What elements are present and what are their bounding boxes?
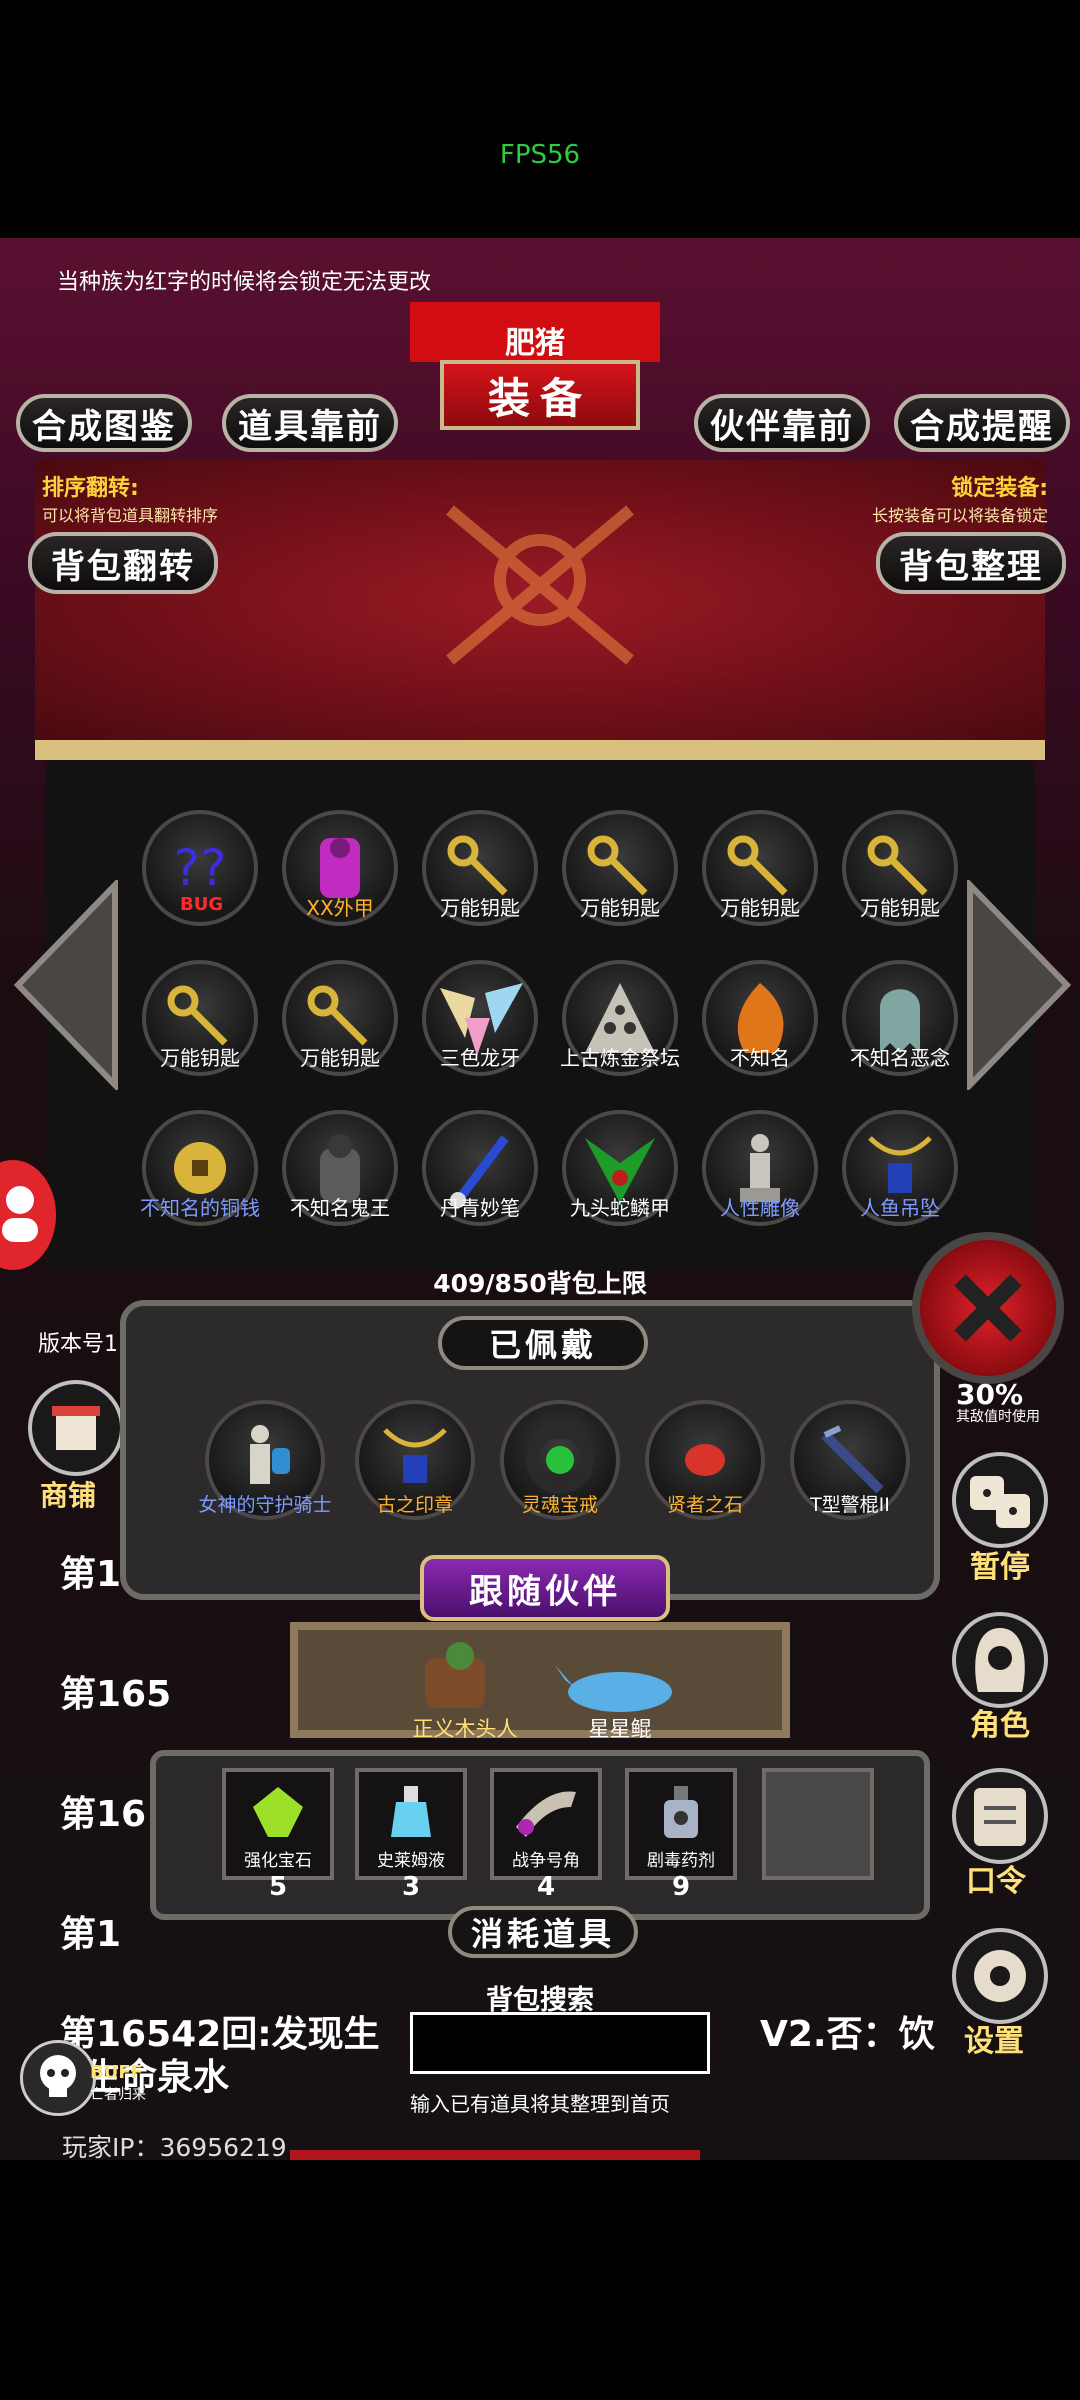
item-label: 不知名恶念 [850, 1046, 950, 1070]
item-label: 不知名鬼王 [290, 1196, 390, 1220]
consumable-count: 9 [671, 1872, 691, 1902]
settings-button[interactable] [952, 1928, 1048, 2024]
dice-icon [970, 1476, 1030, 1528]
bag-search-input[interactable] [410, 2012, 710, 2074]
consumable-count: 4 [536, 1872, 556, 1902]
item-label: 万能钥匙 [300, 1046, 380, 1070]
item-label: 万能钥匙 [440, 896, 520, 920]
item-label: 人鱼吊坠 [860, 1196, 940, 1220]
companion-label: 正义木头人 [412, 1717, 518, 1741]
item-label: 万能钥匙 [580, 896, 660, 920]
equipped-title: 已佩戴 [438, 1316, 648, 1370]
person-icon [2, 1186, 38, 1242]
shop-label: 商铺 [40, 1479, 97, 1512]
shop-button[interactable] [28, 1380, 124, 1476]
shop-icon [52, 1406, 100, 1450]
version-label: 版本号11 [38, 1332, 132, 1357]
player-ip: 玩家IP：36956219 [62, 2133, 287, 2162]
item-label: 三色龙牙 [440, 1046, 520, 1070]
synthesis-guide-button[interactable]: 合成图鉴 [16, 394, 192, 452]
buff-sub-label: 亡者归来 [90, 2087, 146, 2103]
consumable-label: 剧毒药剂 [647, 1851, 715, 1871]
lock-equipment-hint: 长按装备可以将装备锁定 [871, 506, 1048, 525]
consumable-count: 3 [401, 1872, 421, 1902]
item-label: 不知名 [730, 1046, 790, 1070]
item-label: 上古炼金祭坛 [560, 1046, 680, 1070]
log-line: 第1 [60, 1554, 122, 1595]
consumable-count: 5 [268, 1872, 288, 1902]
consumable-label: 战争号角 [512, 1851, 580, 1871]
bag-search-hint: 输入已有道具将其整理到首页 [410, 2092, 670, 2116]
item-label: 不知名的铜钱 [140, 1196, 260, 1220]
items-first-button[interactable]: 道具靠前 [222, 394, 398, 452]
potion-icon [359, 1772, 463, 1852]
pause-button[interactable] [952, 1452, 1048, 1548]
equipped-label: 灵魂宝戒 [521, 1494, 598, 1516]
player-name: 肥猪 [505, 326, 565, 361]
companions-first-button[interactable]: 伙伴靠前 [694, 394, 870, 452]
fps-counter: FPS56 [499, 140, 581, 170]
buff-label: BUFF [90, 2062, 143, 2083]
gem-icon [226, 1772, 330, 1852]
synthesis-reminder-button[interactable]: 合成提醒 [894, 394, 1070, 452]
right-percent-sub: 其敌值时使用 [956, 1409, 1040, 1425]
sort-bag-button[interactable]: 背包整理 [876, 532, 1066, 594]
item-label: 万能钥匙 [160, 1046, 240, 1070]
race-lock-notice: 当种族为红字的时候将会锁定无法更改 [57, 270, 432, 295]
consumable-label: 史莱姆液 [377, 1851, 445, 1871]
bug-badge: BUG [180, 894, 224, 915]
lock-equipment-hint-title: 锁定装备: [951, 476, 1048, 501]
sort-flip-hint: 可以将背包道具翻转排序 [42, 506, 219, 525]
consumables-title: 消耗道具 [448, 1906, 638, 1958]
item-label: XX外甲 [306, 896, 374, 920]
inventory-slot[interactable]: ?‍? BUG [142, 810, 258, 926]
close-icon [954, 1274, 1022, 1342]
item-label: 九头蛇鳞甲 [570, 1196, 670, 1220]
equipment-title: 装备 [440, 360, 640, 430]
equipped-label: T型警棍II [810, 1494, 890, 1516]
log-line: 第165 [60, 1674, 172, 1715]
hooded-figure-icon [975, 1628, 1025, 1692]
settings-label: 设置 [964, 2024, 1024, 2059]
consumable-label: 强化宝石 [244, 1851, 312, 1871]
crossed-swords-emblem [446, 505, 634, 665]
log-line: 第16 [60, 1794, 147, 1835]
progress-bar [290, 2150, 700, 2160]
command-label: 口令 [966, 1864, 1026, 1899]
equipped-label: 女神的守护骑士 [198, 1494, 332, 1516]
gear-icon [974, 1950, 1026, 2002]
companion-label: 星星鲲 [588, 1717, 652, 1741]
profile-avatar[interactable] [0, 1160, 56, 1270]
role-button[interactable] [952, 1612, 1048, 1708]
poison-bottle-icon [629, 1772, 733, 1852]
flip-bag-button[interactable]: 背包翻转 [28, 532, 218, 594]
close-button[interactable] [912, 1232, 1064, 1384]
sort-flip-hint-title: 排序翻转: [42, 476, 139, 501]
item-label: 万能钥匙 [720, 896, 800, 920]
pause-label: 暂停 [970, 1550, 1030, 1585]
buff-button[interactable] [20, 2040, 96, 2116]
equipped-label: 贤者之石 [666, 1494, 743, 1516]
scroll-icon [974, 1788, 1026, 1846]
horn-icon [494, 1772, 598, 1852]
skull-icon [40, 2055, 76, 2097]
equipped-label: 古之印章 [376, 1494, 453, 1516]
command-button[interactable] [952, 1768, 1048, 1864]
item-label: 人性雕像 [720, 1196, 800, 1220]
item-label: 丹青妙笔 [440, 1196, 520, 1220]
prev-page-arrow[interactable] [10, 880, 125, 1090]
role-label: 角色 [970, 1708, 1030, 1743]
companion-title: 跟随伙伴 [420, 1555, 670, 1621]
log-line: 第1 [60, 1914, 122, 1955]
consumable-slot-empty[interactable] [762, 1768, 874, 1880]
item-label: 万能钥匙 [860, 896, 940, 920]
